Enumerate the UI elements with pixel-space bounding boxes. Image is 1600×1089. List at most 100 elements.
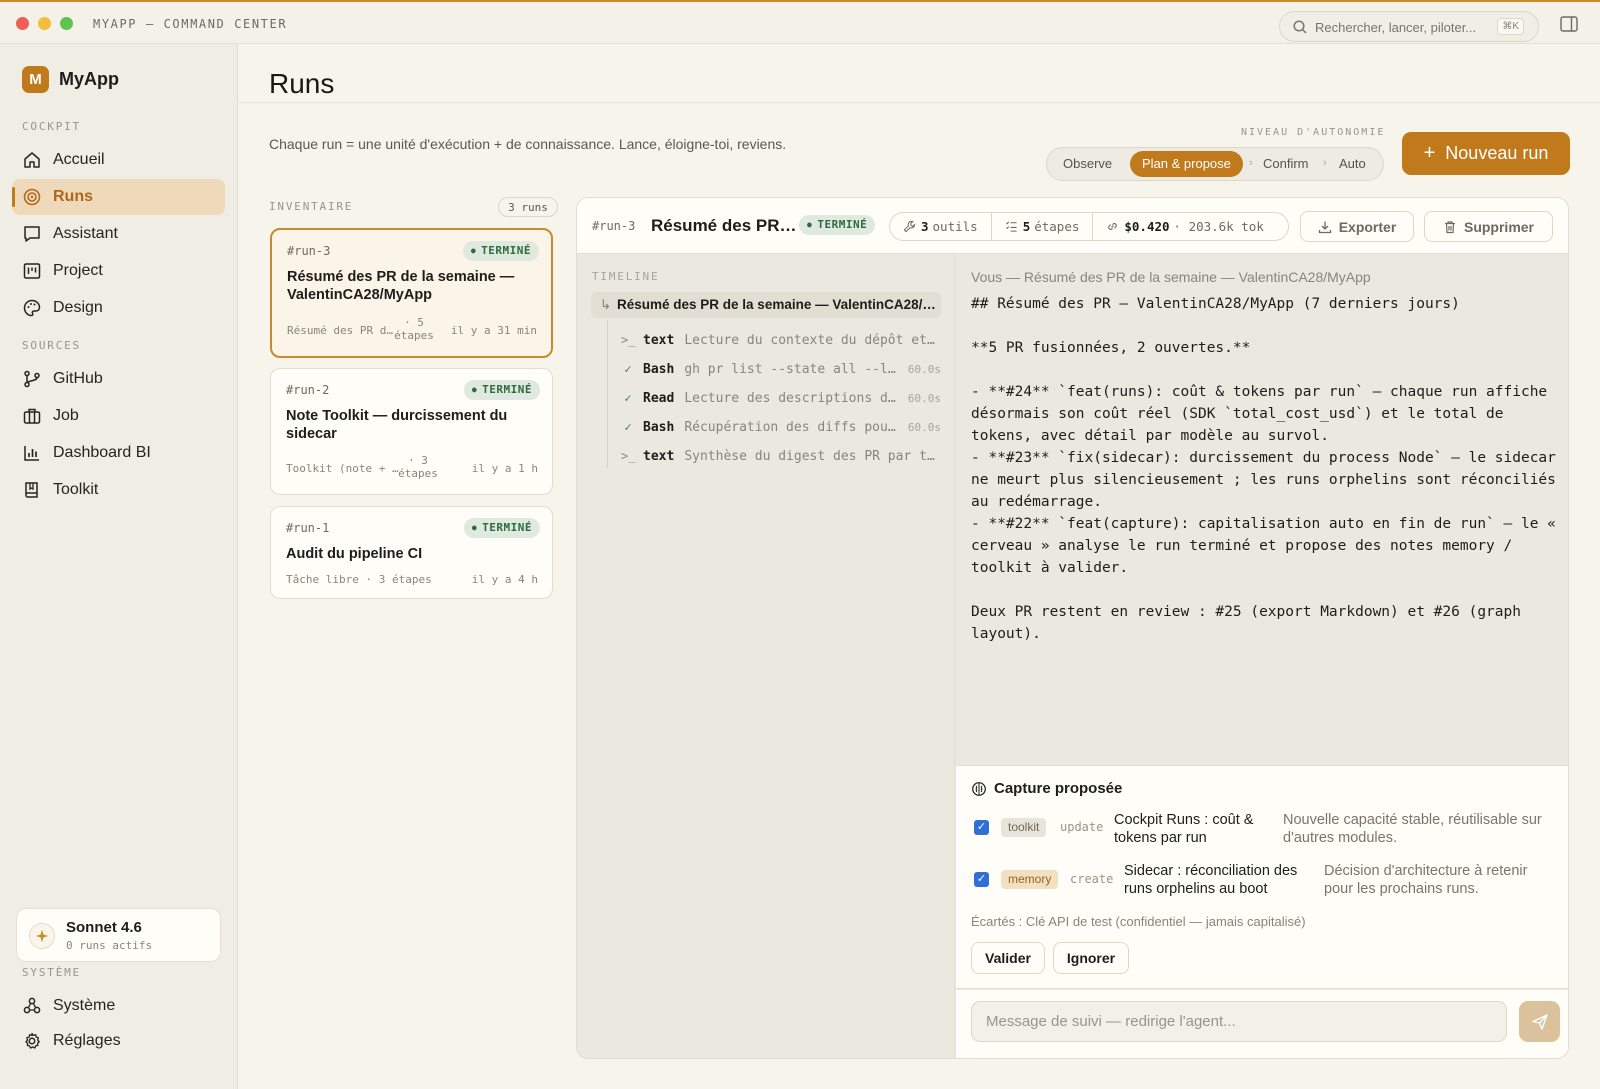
terminal-icon: >_	[621, 333, 636, 347]
export-button[interactable]: Exporter	[1300, 211, 1414, 242]
run-stats: 3 outils 5 étapes $0.420 · 203.6k tok	[889, 212, 1289, 241]
status-badge: TERMINÉ	[462, 241, 539, 261]
timeline-item-desc: Synthèse du digest des PR par thème	[684, 448, 941, 464]
capture-item: ✓ toolkit update Cockpit Runs : coût & t…	[971, 810, 1561, 850]
followup-input[interactable]: Message de suivi — redirige l'agent...	[971, 1001, 1507, 1042]
validate-button[interactable]: Valider	[971, 942, 1045, 974]
page-title: Runs	[269, 68, 335, 99]
capture-name: Sidecar : réconciliation des runs orphel…	[1124, 863, 1298, 897]
tools-count: 3	[921, 219, 929, 234]
minimize-window-button[interactable]	[38, 17, 51, 30]
timeline-item-desc: Lecture du contexte du dépôt et des PR r…	[684, 332, 941, 348]
sidebar-item-dashboard-bi[interactable]: Dashboard BI	[12, 435, 225, 471]
link-icon	[1108, 223, 1118, 230]
capture-desc: Décision d'architecture à retenir pour l…	[1324, 863, 1528, 897]
sidebar-item-label: Job	[53, 407, 79, 424]
message-body: ## Résumé des PR — ValentinCA28/MyApp (7…	[971, 296, 1556, 642]
sidebar-item-toolkit[interactable]: Toolkit	[12, 472, 225, 508]
send-icon	[1531, 1013, 1548, 1030]
sidebar-item-label: Assistant	[53, 225, 118, 242]
timeline-item-duration: 60.0s	[907, 362, 941, 376]
wrench-icon	[903, 220, 916, 233]
timeline-item-desc: Récupération des diffs pour chaque PR	[684, 419, 898, 435]
panel-toggle-icon[interactable]	[1560, 16, 1578, 32]
sidebar-item-label: Système	[53, 997, 116, 1014]
capture-op: create	[1070, 872, 1114, 886]
page-subtitle: Chaque run = une unité d'exécution + de …	[269, 136, 787, 152]
cost-stat[interactable]: $0.420 · 203.6k tok	[1093, 213, 1276, 240]
capture-checkbox[interactable]: ✓	[974, 872, 989, 887]
section-label-sources: SOURCES	[22, 339, 81, 352]
sidebar-item-job[interactable]: Job	[12, 398, 225, 434]
sidebar-item-project[interactable]: Project	[12, 253, 225, 289]
ignore-button[interactable]: Ignorer	[1053, 942, 1129, 974]
capture-item: ✓ memory create Sidecar : réconciliation…	[971, 861, 1561, 901]
timeline-item[interactable]: >_ text Synthèse du digest des PR par th…	[621, 445, 941, 467]
run-id: #run-1	[286, 521, 330, 535]
capture-title: Capture proposée	[971, 780, 1122, 797]
close-window-button[interactable]	[16, 17, 29, 30]
sidebar-item-design[interactable]: Design	[12, 290, 225, 326]
search-shortcut: ⌘K	[1497, 18, 1524, 35]
run-card[interactable]: #run-3 TERMINÉ Résumé des PR de la semai…	[270, 228, 553, 358]
maximize-window-button[interactable]	[60, 17, 73, 30]
sidebar-item-systeme[interactable]: Système	[12, 988, 225, 1024]
brand-logo: M	[22, 66, 49, 93]
title-bar: MYAPP — COMMAND CENTER Rechercher, lance…	[0, 0, 1600, 44]
timeline-item[interactable]: ✓ Bash Récupération des diffs pour chaqu…	[621, 416, 941, 438]
sidebar-item-label: Réglages	[53, 1032, 121, 1049]
briefcase-icon	[23, 408, 41, 424]
timeline-root-item[interactable]: ↳ Résumé des PR de la semaine — Valentin…	[591, 292, 941, 318]
search-input[interactable]: Rechercher, lancer, piloter... ⌘K	[1279, 11, 1539, 42]
delete-label: Supprimer	[1463, 218, 1534, 235]
timeline-item[interactable]: ✓ Bash gh pr list --state all --limit 20…	[621, 358, 941, 380]
timeline-connector	[607, 320, 608, 468]
section-label-cockpit: COCKPIT	[22, 120, 81, 133]
tools-stat[interactable]: 3 outils	[890, 213, 992, 240]
section-label-system: SYSTÈME	[22, 966, 81, 979]
sidebar-item-label: Design	[53, 299, 103, 316]
steps-stat[interactable]: 5 étapes	[992, 213, 1094, 240]
delete-button[interactable]: Supprimer	[1424, 211, 1553, 242]
capture-title-label: Capture proposée	[994, 780, 1123, 797]
timeline-item-desc: gh pr list --state all --limit 20	[684, 361, 898, 377]
followup-bar: Message de suivi — redirige l'agent...	[956, 990, 1568, 1058]
run-title: Audit du pipeline CI	[286, 546, 423, 562]
run-detail-header: #run-3 Résumé des PR… TERMINÉ 3outils 5é…	[577, 198, 1568, 254]
brand[interactable]: M MyApp	[22, 66, 119, 93]
download-icon	[1318, 221, 1331, 233]
model-status-card[interactable]: Sonnet 4.6 0 runs actifs	[16, 908, 221, 962]
timeline-item[interactable]: ✓ Read Lecture des descriptions des PR 6…	[621, 387, 941, 409]
timeline-item-kind: Read	[643, 390, 675, 406]
inventory-label: INVENTAIRE	[269, 200, 354, 213]
palette-icon	[23, 299, 41, 317]
status-badge: TERMINÉ	[463, 380, 540, 400]
timeline-root-label: Résumé des PR de la semaine — ValentinCA…	[617, 297, 941, 312]
export-label: Exporter	[1338, 218, 1397, 235]
terminal-icon: >_	[621, 449, 636, 463]
autonomy-option-plan-propose[interactable]: Plan & propose	[1130, 151, 1243, 177]
autonomy-option-confirm[interactable]: Confirm	[1263, 156, 1309, 171]
tools-label: outils	[932, 219, 978, 234]
run-title: Résumé des PR…	[651, 216, 797, 235]
timeline-item-kind: Bash	[643, 419, 675, 435]
run-steps: · 5 étapes	[394, 316, 434, 342]
sidebar-item-github[interactable]: GitHub	[12, 361, 225, 397]
new-run-button[interactable]: + Nouveau run	[1402, 132, 1570, 175]
sidebar-item-runs[interactable]: Runs	[12, 179, 225, 215]
sidebar-item-reglages[interactable]: Réglages	[12, 1023, 225, 1059]
sidebar-item-assistant[interactable]: Assistant	[12, 216, 225, 252]
run-id: #run-3	[592, 219, 636, 233]
model-name: Sonnet 4.6	[66, 919, 142, 936]
run-card[interactable]: #run-1 TERMINÉ Audit du pipeline CI Tâch…	[270, 506, 553, 599]
timeline-item[interactable]: >_ text Lecture du contexte du dépôt et …	[621, 329, 941, 351]
autonomy-option-observe[interactable]: Observe	[1063, 156, 1112, 171]
sidebar-item-accueil[interactable]: Accueil	[12, 142, 225, 178]
check-icon: ✓	[624, 362, 632, 376]
autonomy-selector: Observe › Plan & propose › Confirm › Aut…	[1046, 147, 1384, 181]
run-card[interactable]: #run-2 TERMINÉ Note Toolkit — durcisseme…	[270, 368, 553, 495]
send-button[interactable]	[1519, 1001, 1560, 1042]
autonomy-option-auto[interactable]: Auto	[1339, 156, 1366, 171]
brain-icon	[972, 781, 986, 796]
capture-checkbox[interactable]: ✓	[974, 820, 989, 835]
